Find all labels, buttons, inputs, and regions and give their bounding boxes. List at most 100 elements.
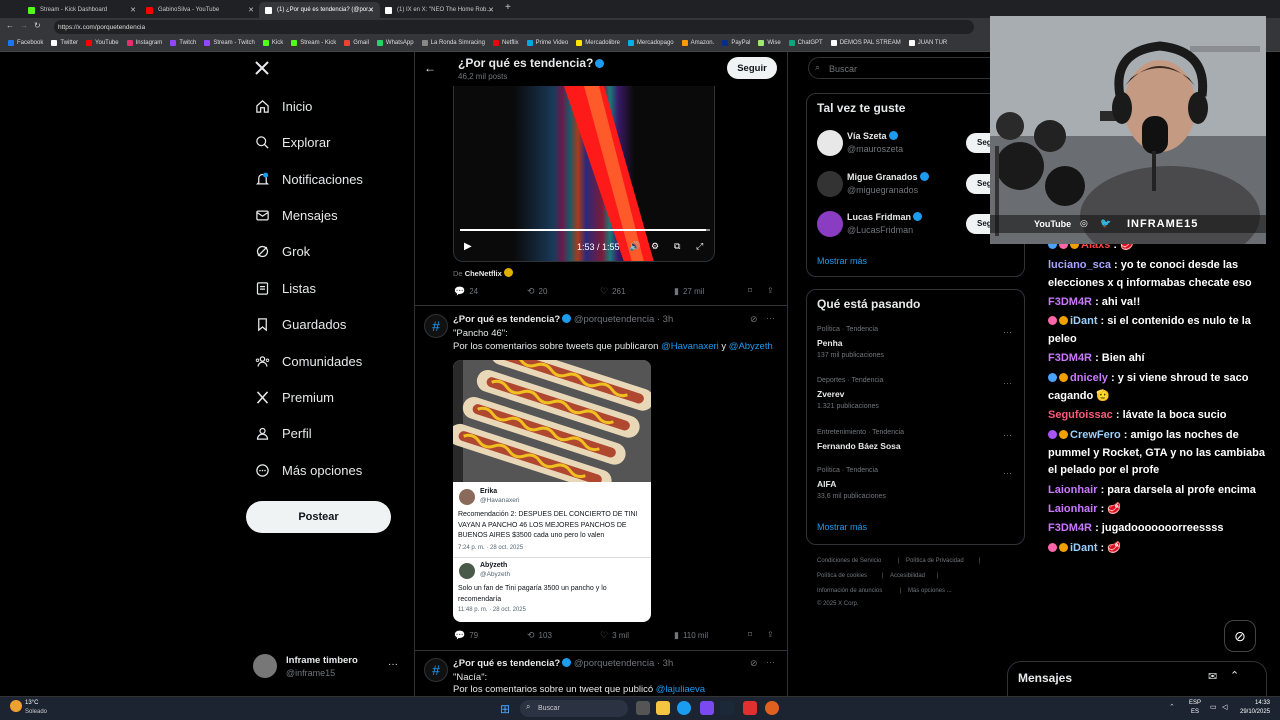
footer-link[interactable]: Política de Privacidad bbox=[906, 558, 964, 564]
tweet-image[interactable]: Erika @Havanaxeri Recomendación 2: DESPU… bbox=[453, 360, 651, 622]
sidebar-item-perfil[interactable]: Perfil bbox=[254, 425, 312, 441]
trend-name[interactable]: Zverev bbox=[817, 389, 844, 399]
reply-button[interactable]: 💬 24 bbox=[454, 286, 478, 297]
sidebar-item-listas[interactable]: Listas bbox=[254, 280, 316, 296]
sidebar-item-guardados[interactable]: Guardados bbox=[254, 316, 346, 332]
taskbar-search[interactable]: Buscar bbox=[520, 700, 628, 717]
more-icon[interactable]: ··· bbox=[766, 313, 775, 323]
bookmark-item[interactable]: PayPal bbox=[722, 40, 750, 46]
messages-dock[interactable]: Mensajes ✉ ⌃ bbox=[1007, 661, 1267, 696]
avatar[interactable] bbox=[817, 171, 843, 197]
network-icon[interactable]: ▭ bbox=[1210, 703, 1217, 711]
share-icon[interactable]: ⇪ bbox=[767, 630, 774, 639]
trend-more-icon[interactable]: ··· bbox=[1003, 327, 1012, 337]
trend-name[interactable]: AIFA bbox=[817, 479, 836, 489]
account-menu-icon[interactable]: ··· bbox=[388, 659, 398, 670]
volume-icon[interactable]: 🔊 bbox=[629, 241, 640, 252]
bookmark-item[interactable]: Twitch bbox=[170, 40, 196, 46]
windows-start-icon[interactable]: ⊞ bbox=[500, 702, 510, 716]
bookmark-item[interactable]: WhatsApp bbox=[376, 40, 414, 46]
pip-icon[interactable]: ⧉ bbox=[674, 241, 680, 252]
steam-icon[interactable] bbox=[720, 701, 734, 715]
x-logo-icon[interactable] bbox=[254, 60, 270, 81]
mention-link[interactable]: @lajuliaeva bbox=[656, 684, 705, 695]
hashtag-avatar-icon[interactable]: # bbox=[424, 658, 448, 682]
more-icon[interactable]: ··· bbox=[766, 657, 775, 667]
edge-icon[interactable] bbox=[677, 701, 691, 715]
bookmark-item[interactable]: Stream - Twitch bbox=[204, 40, 255, 46]
reload-icon[interactable]: ↻ bbox=[34, 21, 41, 30]
tweet-author[interactable]: ¿Por qué es tendencia? bbox=[453, 314, 560, 325]
views-button[interactable]: ▮ 110 mil bbox=[674, 630, 708, 641]
tab-kick-dashboard[interactable]: Stream - Kick Dashboard ✕ bbox=[22, 2, 142, 18]
bookmark-item[interactable]: La Ronda Simracing bbox=[421, 40, 485, 46]
trend-name[interactable]: Fernando Báez Sosa bbox=[817, 441, 901, 451]
tab-x-porquetendencia[interactable]: (1) ¿Por qué es tendencia? (@por... ✕ bbox=[259, 2, 380, 18]
app-icon[interactable] bbox=[743, 701, 757, 715]
bookmark-item[interactable]: ChatGPT bbox=[788, 40, 823, 46]
source-name[interactable]: CheNetflix bbox=[465, 269, 502, 278]
video-player[interactable]: ▶ 1:53 / 1:55 🔊 ⚙ ⧉ ⤢ bbox=[453, 86, 715, 262]
firefox-icon[interactable] bbox=[765, 701, 779, 715]
views-button[interactable]: ▮ 27 mil bbox=[674, 286, 704, 297]
sidebar-item-grok[interactable]: Grok bbox=[254, 243, 310, 259]
discord-icon[interactable] bbox=[700, 701, 714, 715]
url-bar[interactable]: https://x.com/porquetendencia bbox=[54, 20, 974, 34]
show-more-link[interactable]: Mostrar más bbox=[817, 522, 867, 532]
volume-icon[interactable]: ◁ bbox=[1222, 703, 1227, 711]
trend-name[interactable]: Penha bbox=[817, 338, 843, 348]
grok-icon[interactable]: ⊘ bbox=[750, 314, 758, 325]
settings-icon[interactable]: ⚙ bbox=[651, 241, 659, 252]
bookmark-item[interactable]: Amazon. bbox=[681, 40, 714, 46]
bookmark-item[interactable]: Mercadolibre bbox=[576, 40, 620, 46]
bookmark-item[interactable]: Instagram bbox=[126, 40, 162, 46]
bookmark-icon[interactable]: ⌑ bbox=[748, 286, 752, 295]
like-button[interactable]: ♡ 3 mil bbox=[600, 630, 629, 641]
mention-link[interactable]: @Abyzeth bbox=[729, 341, 773, 352]
repost-button[interactable]: ⟲ 20 bbox=[527, 286, 547, 297]
mention-link[interactable]: @Havanaxeri bbox=[661, 341, 719, 352]
new-message-icon[interactable]: ✉ bbox=[1208, 670, 1217, 683]
search-input[interactable]: Buscar bbox=[808, 57, 1008, 79]
sidebar-item-premium[interactable]: Premium bbox=[254, 389, 334, 405]
fullscreen-icon[interactable]: ⤢ bbox=[696, 241, 703, 252]
repost-button[interactable]: ⟲ 103 bbox=[527, 630, 552, 641]
sidebar-item-comunidades[interactable]: Comunidades bbox=[254, 353, 362, 369]
bookmark-item[interactable]: DEMOS PAL STREAM bbox=[830, 40, 901, 46]
close-icon[interactable]: ✕ bbox=[488, 6, 494, 14]
close-icon[interactable]: ✕ bbox=[248, 6, 254, 14]
share-icon[interactable]: ⇪ bbox=[767, 286, 774, 295]
show-more-link[interactable]: Mostrar más bbox=[817, 256, 867, 266]
trend-more-icon[interactable]: ··· bbox=[1003, 378, 1012, 388]
suggested-user-name[interactable]: Vía Szeta bbox=[847, 131, 898, 141]
back-icon[interactable]: ← bbox=[6, 21, 14, 30]
footer-link[interactable]: Accesibilidad bbox=[890, 573, 925, 579]
suggested-user-name[interactable]: Lucas Fridman bbox=[847, 212, 923, 222]
tab-x-neo[interactable]: (1) IX en X: "NEO The Home Rob... ✕ bbox=[379, 2, 500, 18]
trend-more-icon[interactable]: ··· bbox=[1003, 430, 1012, 440]
play-icon[interactable]: ▶ bbox=[464, 241, 472, 252]
post-button[interactable]: Postear bbox=[246, 501, 391, 533]
bookmark-item[interactable]: JUAN TUR bbox=[908, 40, 947, 46]
close-icon[interactable]: ✕ bbox=[130, 6, 136, 14]
sidebar-item-mensajes[interactable]: Mensajes bbox=[254, 207, 338, 223]
avatar[interactable] bbox=[817, 211, 843, 237]
tab-youtube[interactable]: GabinoSilva - YouTube ✕ bbox=[140, 2, 260, 18]
bookmark-item[interactable]: Netflix bbox=[492, 40, 519, 46]
bookmark-item[interactable]: Mercadopago bbox=[627, 40, 674, 46]
bookmark-item[interactable]: Facebook bbox=[8, 40, 43, 46]
tray-chevron-icon[interactable]: ⌃ bbox=[1169, 703, 1175, 711]
sidebar-item-notificaciones[interactable]: Notificaciones bbox=[254, 171, 363, 187]
grok-icon[interactable]: ⊘ bbox=[750, 658, 758, 669]
footer-link[interactable]: Más opciones ... bbox=[908, 588, 952, 594]
grok-button[interactable]: ⊘ bbox=[1224, 620, 1256, 652]
task-view-icon[interactable] bbox=[636, 701, 650, 715]
expand-icon[interactable]: ⌃ bbox=[1230, 669, 1239, 682]
reply-button[interactable]: 💬 79 bbox=[454, 630, 478, 641]
new-tab-button[interactable]: + bbox=[505, 2, 511, 13]
sidebar-item-explorar[interactable]: Explorar bbox=[254, 134, 330, 150]
hashtag-avatar-icon[interactable]: # bbox=[424, 314, 448, 338]
footer-link[interactable]: Información de anuncios bbox=[817, 588, 882, 594]
sidebar-item-inicio[interactable]: Inicio bbox=[254, 98, 312, 114]
bookmark-item[interactable]: Wise bbox=[758, 40, 781, 46]
